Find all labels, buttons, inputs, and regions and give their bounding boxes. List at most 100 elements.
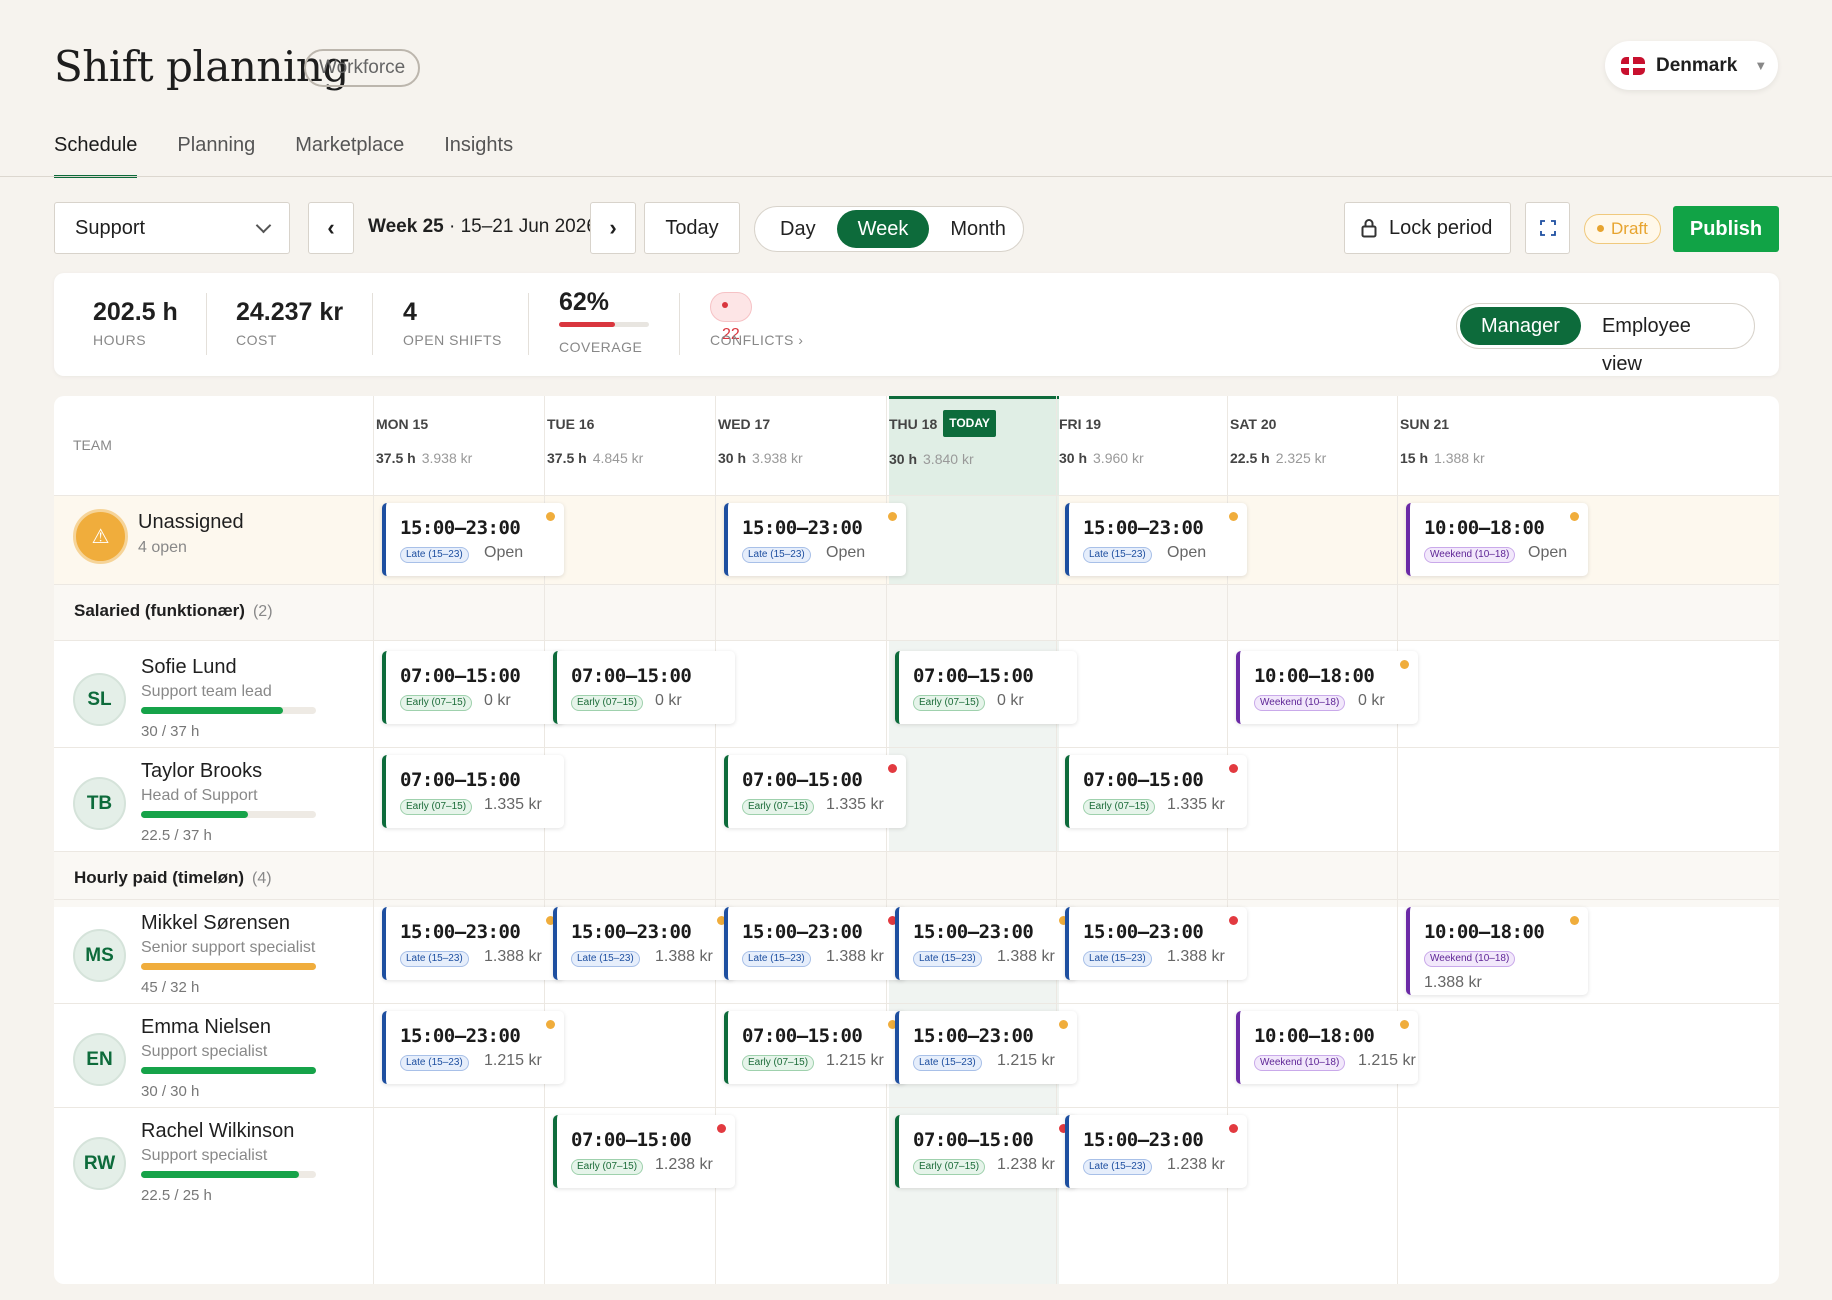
shift-time: 07:00–15:00 — [913, 665, 1034, 687]
person-name: Sofie Lund — [141, 656, 237, 678]
day-totals: 37.5 h 3.938 kr — [376, 450, 472, 466]
day-header: WED 17 30 h 3.938 kr — [718, 416, 803, 466]
shift-card[interactable]: 15:00–23:00 Late (15–23) 1.388 kr — [724, 907, 906, 980]
shift-type-tag: Late (15–23) — [571, 951, 640, 967]
team-column-header: TEAM — [73, 437, 112, 453]
week-number: Week 25 — [368, 216, 444, 237]
column-divider — [1397, 396, 1398, 1284]
tab-marketplace[interactable]: Marketplace — [295, 134, 404, 178]
shift-type-tag: Late (15–23) — [1083, 1159, 1152, 1175]
country-selector[interactable]: Denmark ▼ — [1605, 41, 1778, 90]
shift-card[interactable]: 10:00–18:00 Weekend (10–18) 1.215 kr — [1236, 1011, 1418, 1084]
hours-progress-fill — [141, 811, 248, 818]
stat-divider — [372, 293, 373, 355]
shift-info: 0 kr — [484, 692, 511, 709]
stat-coverage-value: 62% — [559, 288, 610, 316]
day-hours: 30 h — [889, 451, 918, 467]
shift-card[interactable]: 07:00–15:00 Early (07–15) 0 kr — [382, 651, 564, 724]
conflict-dot-icon — [888, 764, 897, 773]
shift-time: 07:00–15:00 — [913, 1129, 1034, 1151]
shift-card[interactable]: 07:00–15:00 Early (07–15) 1.215 kr — [724, 1011, 906, 1084]
unassigned-label: ⚠ Unassigned 4 open — [54, 495, 374, 584]
shift-card[interactable]: 07:00–15:00 Early (07–15) 1.335 kr — [1065, 755, 1247, 828]
person-role: Senior support specialist — [141, 939, 316, 956]
shift-card[interactable]: 15:00–23:00 Late (15–23) 1.215 kr — [382, 1011, 564, 1084]
lock-period-button[interactable]: Lock period — [1344, 202, 1511, 254]
day-name-row: THU 18 TODAY — [889, 410, 996, 437]
shift-card[interactable]: 07:00–15:00 Early (07–15) 0 kr — [553, 651, 735, 724]
role-manager[interactable]: Manager — [1460, 307, 1581, 345]
shift-type-tag: Early (07–15) — [400, 695, 473, 711]
today-column-highlight — [889, 495, 1059, 584]
shift-info: 1.238 kr — [655, 1156, 713, 1173]
draft-status-badge: Draft — [1584, 214, 1661, 244]
shift-card[interactable]: 15:00–23:00 Late (15–23) 1.388 kr — [1065, 907, 1247, 980]
next-week-button[interactable]: › — [590, 202, 636, 254]
hours-progress-bar — [141, 707, 316, 714]
shift-card[interactable]: 07:00–15:00 Early (07–15) 1.335 kr — [724, 755, 906, 828]
day-totals: 30 h 3.840 kr — [889, 451, 996, 467]
shift-card[interactable]: 07:00–15:00 Early (07–15) 1.335 kr — [382, 755, 564, 828]
shift-card[interactable]: 15:00–23:00 Late (15–23) 1.238 kr — [1065, 1115, 1247, 1188]
stat-coverage-label: COVERAGE — [559, 339, 643, 355]
shift-info: 1.215 kr — [1358, 1052, 1416, 1069]
tab-divider — [0, 176, 1832, 177]
shift-card[interactable]: 10:00–18:00 Weekend (10–18) 1.388 kr — [1406, 907, 1588, 995]
shift-card[interactable]: 10:00–18:00 Weekend (10–18) 0 kr — [1236, 651, 1418, 724]
prev-week-button[interactable]: ‹ — [308, 202, 354, 254]
shift-info: 0 kr — [655, 692, 682, 709]
tab-schedule[interactable]: Schedule — [54, 134, 138, 178]
view-month[interactable]: Month — [929, 210, 1027, 248]
person-role: Support specialist — [141, 1043, 268, 1060]
person-hours: 30 / 37 h — [141, 723, 200, 740]
day-name-row: MON 15 — [376, 416, 472, 432]
shift-card[interactable]: 15:00–23:00 Late (15–23) 1.388 kr — [895, 907, 1077, 980]
shift-time: 07:00–15:00 — [400, 665, 521, 687]
shift-card[interactable]: 15:00–23:00 Late (15–23) 1.215 kr — [895, 1011, 1077, 1084]
shift-card[interactable]: 15:00–23:00 Late (15–23) Open — [724, 503, 906, 576]
shift-time: 15:00–23:00 — [913, 1025, 1034, 1047]
shift-card[interactable]: 07:00–15:00 Early (07–15) 1.238 kr — [895, 1115, 1077, 1188]
shift-type-tag: Early (07–15) — [742, 1055, 815, 1071]
warning-dot-icon — [546, 1020, 555, 1029]
shift-type-tag: Weekend (10–18) — [1424, 951, 1516, 967]
hours-progress-bar — [141, 1171, 316, 1178]
shift-card[interactable]: 15:00–23:00 Late (15–23) Open — [382, 503, 564, 576]
warning-icon: ⚠ — [73, 509, 128, 564]
hours-progress-fill — [141, 707, 283, 714]
day-totals: 37.5 h 4.845 kr — [547, 450, 643, 466]
shift-card[interactable]: 10:00–18:00 Weekend (10–18) Open — [1406, 503, 1588, 576]
section-title: Salaried (funktionær) — [74, 601, 245, 620]
warning-dot-icon — [1570, 916, 1579, 925]
shift-card[interactable]: 15:00–23:00 Late (15–23) Open — [1065, 503, 1247, 576]
shift-time: 10:00–18:00 — [1424, 517, 1545, 539]
shift-info: 1.215 kr — [826, 1052, 884, 1069]
stat-divider — [528, 293, 529, 355]
hours-progress-fill — [141, 963, 316, 970]
tab-insights[interactable]: Insights — [444, 134, 513, 178]
shift-type-tag: Late (15–23) — [400, 951, 469, 967]
today-column-top-border — [889, 396, 1059, 399]
shift-card[interactable]: 15:00–23:00 Late (15–23) 1.388 kr — [382, 907, 564, 980]
country-label: Denmark — [1656, 54, 1738, 76]
shift-card[interactable]: 15:00–23:00 Late (15–23) 1.388 kr — [553, 907, 735, 980]
shift-card[interactable]: 07:00–15:00 Early (07–15) 1.238 kr — [553, 1115, 735, 1188]
tab-planning[interactable]: Planning — [177, 134, 255, 178]
shift-card[interactable]: 07:00–15:00 Early (07–15) 0 kr — [895, 651, 1077, 724]
team-select[interactable]: Support — [54, 202, 290, 254]
view-week[interactable]: Week — [836, 210, 930, 248]
day-name: MON 15 — [376, 416, 429, 432]
today-button[interactable]: Today — [644, 202, 740, 254]
view-day[interactable]: Day — [759, 210, 837, 248]
avatar: SL — [73, 673, 126, 726]
publish-button[interactable]: Publish — [1673, 206, 1779, 252]
shift-type-tag: Early (07–15) — [400, 799, 473, 815]
role-employee-view[interactable]: Employee view — [1581, 307, 1751, 375]
warning-dot-icon — [1229, 512, 1238, 521]
shift-type-tag: Late (15–23) — [742, 951, 811, 967]
shift-time: 10:00–18:00 — [1254, 665, 1375, 687]
fullscreen-button[interactable] — [1525, 202, 1570, 254]
conflicts-link[interactable]: CONFLICTS › — [710, 332, 803, 348]
shift-time: 07:00–15:00 — [571, 665, 692, 687]
shift-info: 1.388 kr — [655, 948, 713, 965]
